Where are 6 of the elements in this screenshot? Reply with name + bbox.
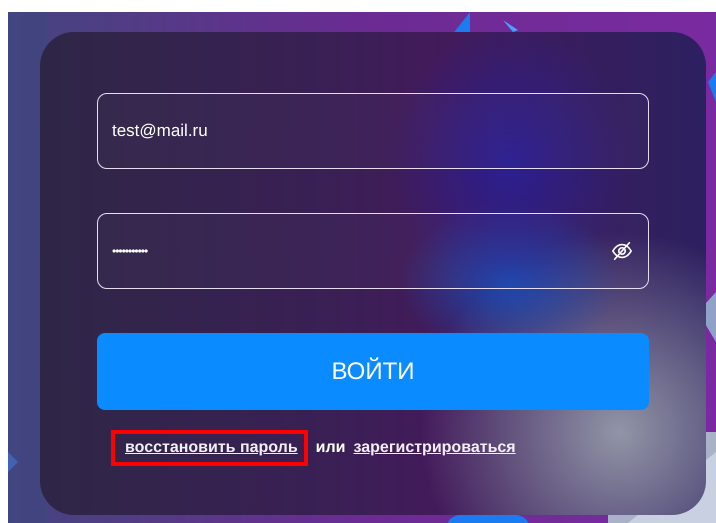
email-field[interactable]: test@mail.ru [97, 93, 649, 169]
link[interactable]: зарегистрироваться [354, 439, 516, 457]
link[interactable]: восстановить пароль [125, 439, 298, 456]
separator-text: или [316, 439, 346, 457]
hidden-eye-icon[interactable] [611, 240, 633, 262]
password-field[interactable]: ••••••••••• [97, 213, 649, 289]
